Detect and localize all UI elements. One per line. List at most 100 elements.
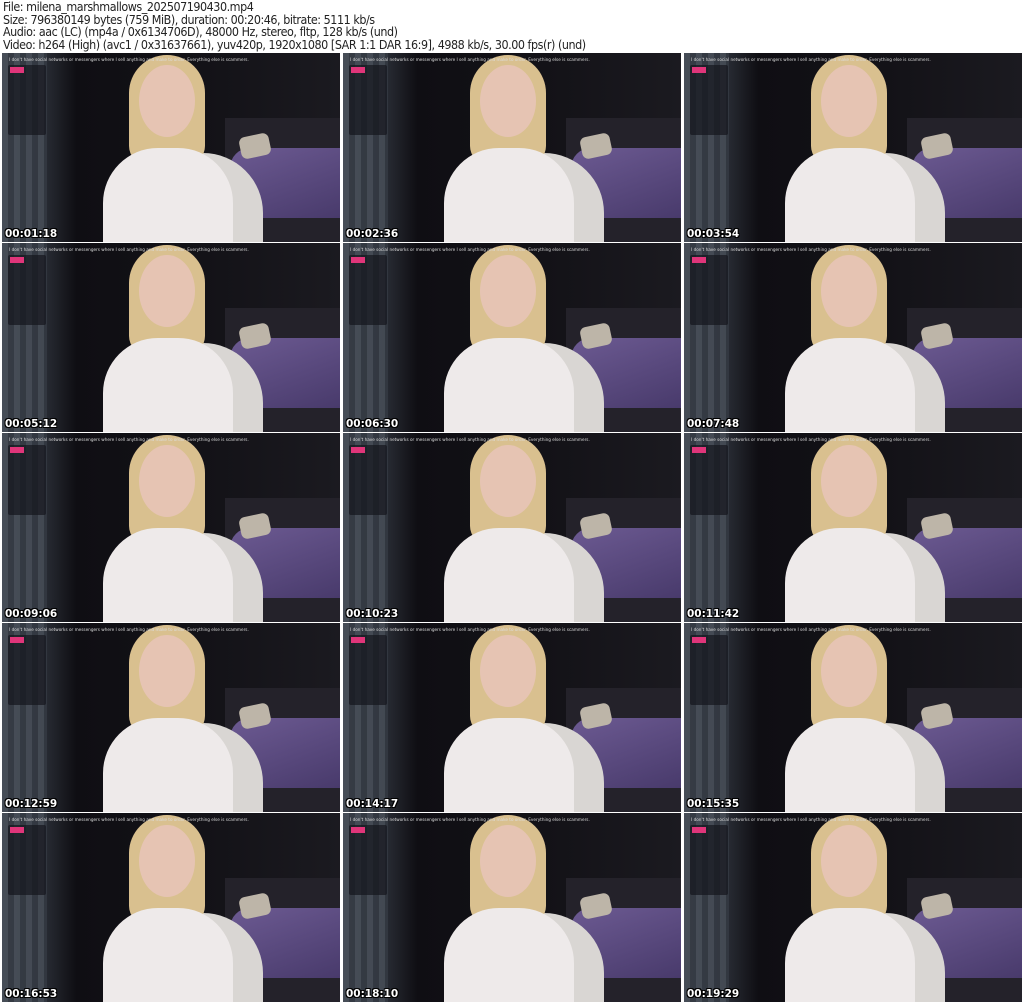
overlay-notice: I don't have social networks or messenge…	[350, 247, 590, 252]
figure-body	[444, 148, 574, 242]
stream-overlay-panel	[349, 445, 387, 515]
figure-head	[480, 445, 536, 517]
figure-head	[821, 255, 877, 327]
overlay-logo	[692, 447, 706, 453]
stream-overlay-panel	[8, 65, 46, 135]
stream-overlay-panel	[690, 825, 728, 895]
figure-head	[821, 445, 877, 517]
video-thumbnail: I don't have social networks or messenge…	[2, 623, 340, 812]
stream-overlay-panel	[349, 255, 387, 325]
overlay-logo	[10, 637, 24, 643]
figure-body	[103, 528, 233, 622]
figure-head	[139, 635, 195, 707]
video-thumbnail: I don't have social networks or messenge…	[2, 813, 340, 1002]
overlay-notice: I don't have social networks or messenge…	[9, 247, 249, 252]
stream-overlay-panel	[8, 635, 46, 705]
overlay-logo	[10, 827, 24, 833]
timestamp: 00:12:59	[5, 798, 58, 810]
timestamp: 00:01:18	[5, 228, 58, 240]
stream-overlay-panel	[8, 445, 46, 515]
overlay-notice: I don't have social networks or messenge…	[691, 437, 931, 442]
figure-head	[480, 255, 536, 327]
timestamp: 00:09:06	[5, 608, 58, 620]
timestamp: 00:16:53	[5, 988, 58, 1000]
stream-overlay-panel	[690, 635, 728, 705]
figure-body	[103, 908, 233, 1002]
figure-body	[444, 908, 574, 1002]
overlay-notice: I don't have social networks or messenge…	[9, 627, 249, 632]
video-info: Video: h264 (High) (avc1 / 0x31637661), …	[3, 36, 586, 52]
video-thumbnail: I don't have social networks or messenge…	[343, 813, 681, 1002]
stream-overlay-panel	[349, 825, 387, 895]
overlay-notice: I don't have social networks or messenge…	[9, 437, 249, 442]
figure-body	[444, 528, 574, 622]
video-thumbnail: I don't have social networks or messenge…	[684, 53, 1022, 242]
overlay-notice: I don't have social networks or messenge…	[350, 437, 590, 442]
video-thumbnail: I don't have social networks or messenge…	[2, 243, 340, 432]
figure-body	[785, 338, 915, 432]
timestamp: 00:11:42	[687, 608, 740, 620]
figure-head	[139, 825, 195, 897]
stream-overlay-panel	[349, 65, 387, 135]
thumbnail-grid: I don't have social networks or messenge…	[2, 53, 1022, 1002]
overlay-notice: I don't have social networks or messenge…	[691, 627, 931, 632]
overlay-logo	[692, 827, 706, 833]
overlay-logo	[351, 257, 365, 263]
video-thumbnail: I don't have social networks or messenge…	[343, 243, 681, 432]
overlay-notice: I don't have social networks or messenge…	[9, 57, 249, 62]
overlay-notice: I don't have social networks or messenge…	[350, 57, 590, 62]
timestamp: 00:14:17	[346, 798, 399, 810]
overlay-notice: I don't have social networks or messenge…	[691, 247, 931, 252]
figure-body	[103, 148, 233, 242]
figure-body	[785, 908, 915, 1002]
overlay-logo	[692, 257, 706, 263]
overlay-logo	[351, 447, 365, 453]
file-info-header: File: milena_marshmallows_202507190430.m…	[3, 0, 586, 52]
overlay-logo	[10, 257, 24, 263]
overlay-logo	[10, 447, 24, 453]
figure-head	[821, 825, 877, 897]
figure-body	[785, 528, 915, 622]
timestamp: 00:19:29	[687, 988, 740, 1000]
figure-head	[139, 65, 195, 137]
stream-overlay-panel	[8, 255, 46, 325]
timestamp: 00:07:48	[687, 418, 740, 430]
overlay-logo	[692, 67, 706, 73]
figure-head	[821, 65, 877, 137]
figure-body	[103, 718, 233, 812]
figure-head	[480, 635, 536, 707]
timestamp: 00:10:23	[346, 608, 399, 620]
stream-overlay-panel	[349, 635, 387, 705]
video-thumbnail: I don't have social networks or messenge…	[2, 53, 340, 242]
timestamp: 00:15:35	[687, 798, 740, 810]
overlay-notice: I don't have social networks or messenge…	[9, 817, 249, 822]
stream-overlay-panel	[690, 65, 728, 135]
video-thumbnail: I don't have social networks or messenge…	[2, 433, 340, 622]
figure-body	[103, 338, 233, 432]
figure-head	[139, 445, 195, 517]
video-thumbnail: I don't have social networks or messenge…	[684, 433, 1022, 622]
overlay-notice: I don't have social networks or messenge…	[691, 57, 931, 62]
timestamp: 00:02:36	[346, 228, 399, 240]
timestamp: 00:03:54	[687, 228, 740, 240]
stream-overlay-panel	[8, 825, 46, 895]
timestamp: 00:06:30	[346, 418, 399, 430]
overlay-notice: I don't have social networks or messenge…	[691, 817, 931, 822]
stream-overlay-panel	[690, 445, 728, 515]
overlay-logo	[351, 67, 365, 73]
figure-body	[785, 718, 915, 812]
video-thumbnail: I don't have social networks or messenge…	[684, 243, 1022, 432]
video-thumbnail: I don't have social networks or messenge…	[343, 623, 681, 812]
overlay-notice: I don't have social networks or messenge…	[350, 817, 590, 822]
figure-head	[139, 255, 195, 327]
video-thumbnail: I don't have social networks or messenge…	[684, 813, 1022, 1002]
figure-body	[444, 338, 574, 432]
stream-overlay-panel	[690, 255, 728, 325]
video-thumbnail: I don't have social networks or messenge…	[343, 53, 681, 242]
overlay-notice: I don't have social networks or messenge…	[350, 627, 590, 632]
video-thumbnail: I don't have social networks or messenge…	[684, 623, 1022, 812]
timestamp: 00:18:10	[346, 988, 399, 1000]
figure-head	[480, 65, 536, 137]
overlay-logo	[351, 827, 365, 833]
figure-head	[821, 635, 877, 707]
